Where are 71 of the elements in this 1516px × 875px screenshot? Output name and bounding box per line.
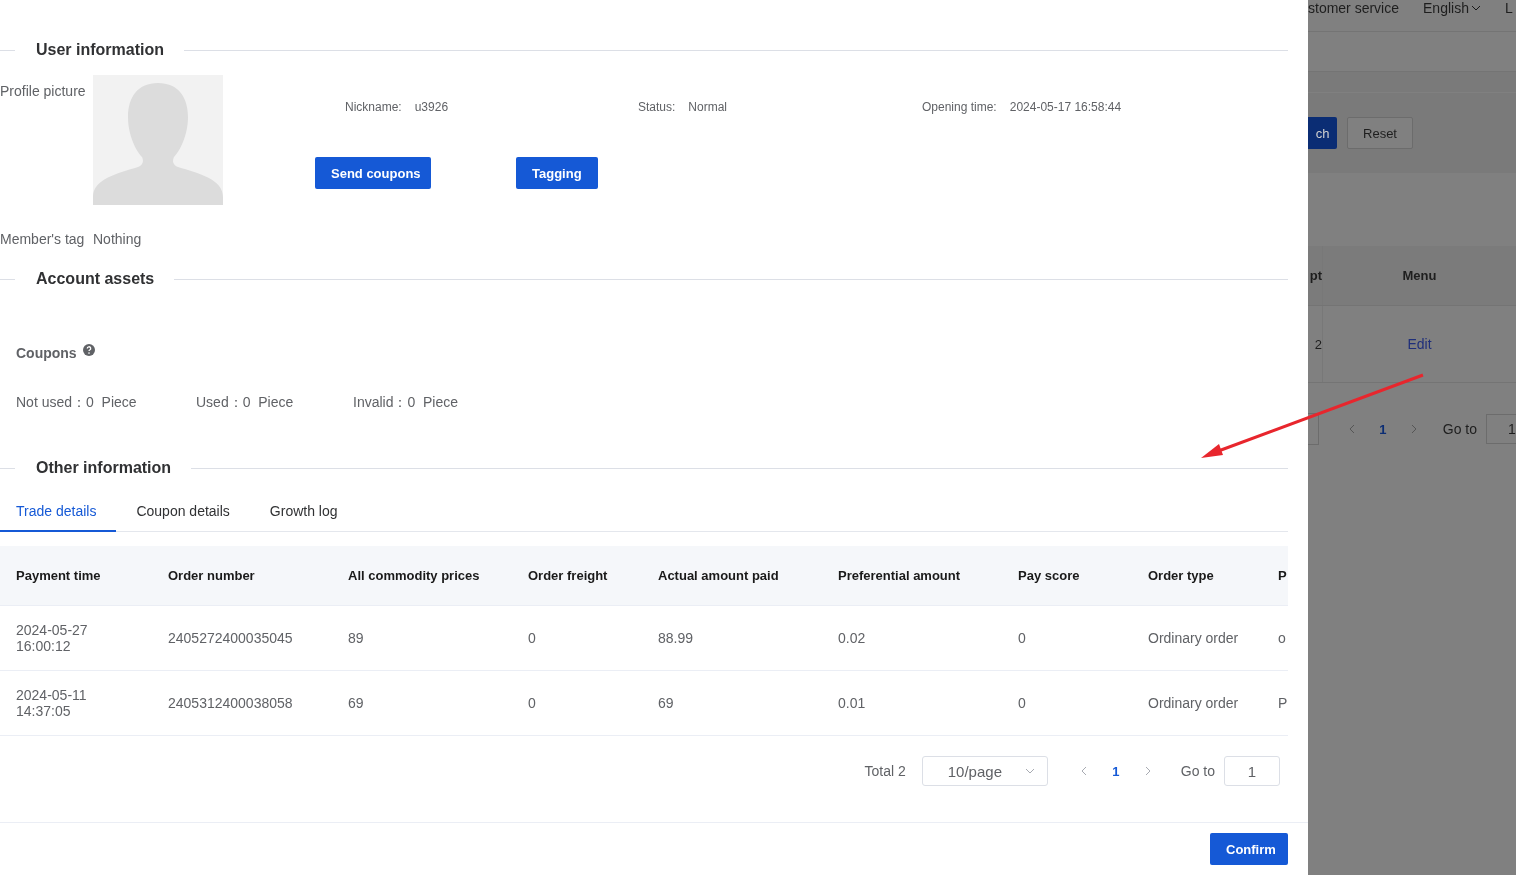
table-cell-text: 0 <box>527 695 537 711</box>
table-cell: 2 <box>1308 306 1323 382</box>
table-cell-text: 0 <box>1017 695 1027 711</box>
field-value: Normal <box>688 100 728 114</box>
total-count: Total 2 <box>864 763 906 779</box>
field-value: 2024-05-17 16:58:44 <box>1009 100 1122 114</box>
table-cell-text: Ordinary order <box>1147 695 1240 711</box>
action-button[interactable]: Tagging <box>516 157 598 189</box>
tab[interactable]: Growth log <box>249 492 358 532</box>
coupon-count: Not used：0 Piece <box>16 394 138 412</box>
page-size-select[interactable]: 10/page <box>921 756 1048 786</box>
previous-page-icon[interactable] <box>1080 766 1087 776</box>
chevron-down-icon <box>1470 5 1481 11</box>
table-cell-text: 69 <box>657 695 675 711</box>
header-link[interactable]: L <box>1504 0 1513 16</box>
help-icon[interactable] <box>82 344 95 356</box>
table-cell-text: 0.02 <box>837 630 867 646</box>
column-header: Order freight <box>527 568 609 583</box>
tab[interactable]: Trade details <box>0 492 117 532</box>
column-header: Payment time <box>15 568 102 583</box>
table-cell-text: o <box>1277 630 1287 646</box>
field-label: Nickname: <box>345 100 402 114</box>
table-cell-text: 2024-05-27 16:00:12 <box>15 622 89 654</box>
member-tag-value: Nothing <box>93 231 142 247</box>
column-header: pt <box>1308 246 1323 305</box>
field-label: Status: <box>638 100 676 114</box>
field-label: Opening time: <box>922 100 997 114</box>
go-to-input[interactable]: 1 <box>1486 414 1516 444</box>
go-to-input[interactable]: 1 <box>1224 756 1280 786</box>
page-size-select[interactable] <box>1308 413 1319 445</box>
section-title: Account assets <box>36 270 155 288</box>
next-page-icon[interactable] <box>1144 766 1151 776</box>
column-header: Menu <box>1401 268 1438 283</box>
column-header: Pay score <box>1017 568 1081 583</box>
table-cell-text: 89 <box>347 630 365 646</box>
column-header: Preferential amount <box>837 568 962 583</box>
table-cell-text: 0 <box>1017 630 1027 646</box>
table-cell-text: 2405272400035045 <box>167 630 294 646</box>
search-button[interactable]: ch <box>1308 117 1337 149</box>
column-header: All commodity prices <box>347 568 481 583</box>
coupon-count: Invalid：0 Piece <box>353 394 459 412</box>
page-number[interactable]: 1 <box>1090 762 1141 780</box>
page-number[interactable]: 1 <box>1354 421 1411 437</box>
previous-page-icon[interactable] <box>1348 424 1355 434</box>
table-cell-text: 0 <box>527 630 537 646</box>
header-link[interactable]: stomer service <box>1308 0 1400 16</box>
column-header: Order type <box>1147 568 1215 583</box>
table-cell-text: P <box>1277 695 1288 711</box>
table-cell-text: 88.99 <box>657 630 695 646</box>
table-cell-text: 2024-05-11 14:37:05 <box>15 687 88 719</box>
language-select[interactable]: English <box>1423 0 1481 16</box>
section-title: User information <box>36 41 164 59</box>
field-value: u3926 <box>414 100 449 114</box>
table-cell-text: 2405312400038058 <box>167 695 294 711</box>
reset-button[interactable]: Reset <box>1347 117 1413 149</box>
tab[interactable]: Coupon details <box>116 492 250 532</box>
column-header: P <box>1277 568 1288 583</box>
table-cell-text: 0.01 <box>837 695 867 711</box>
next-page-icon[interactable] <box>1410 424 1417 434</box>
column-header: Actual amount paid <box>657 568 780 583</box>
table-cell-text: Ordinary order <box>1147 630 1240 646</box>
confirm-button[interactable]: Confirm <box>1210 833 1288 865</box>
section-title: Other information <box>36 459 172 477</box>
table-cell-text: 69 <box>347 695 365 711</box>
go-to-label: Go to <box>1180 763 1215 779</box>
chevron-down-icon <box>1024 768 1035 774</box>
action-button[interactable]: Send coupons <box>315 157 431 189</box>
coupons-label: Coupons <box>16 345 77 361</box>
coupon-count: Used：0 Piece <box>196 394 295 412</box>
go-to-label: Go to <box>1442 421 1478 437</box>
column-header: Order number <box>167 568 256 583</box>
